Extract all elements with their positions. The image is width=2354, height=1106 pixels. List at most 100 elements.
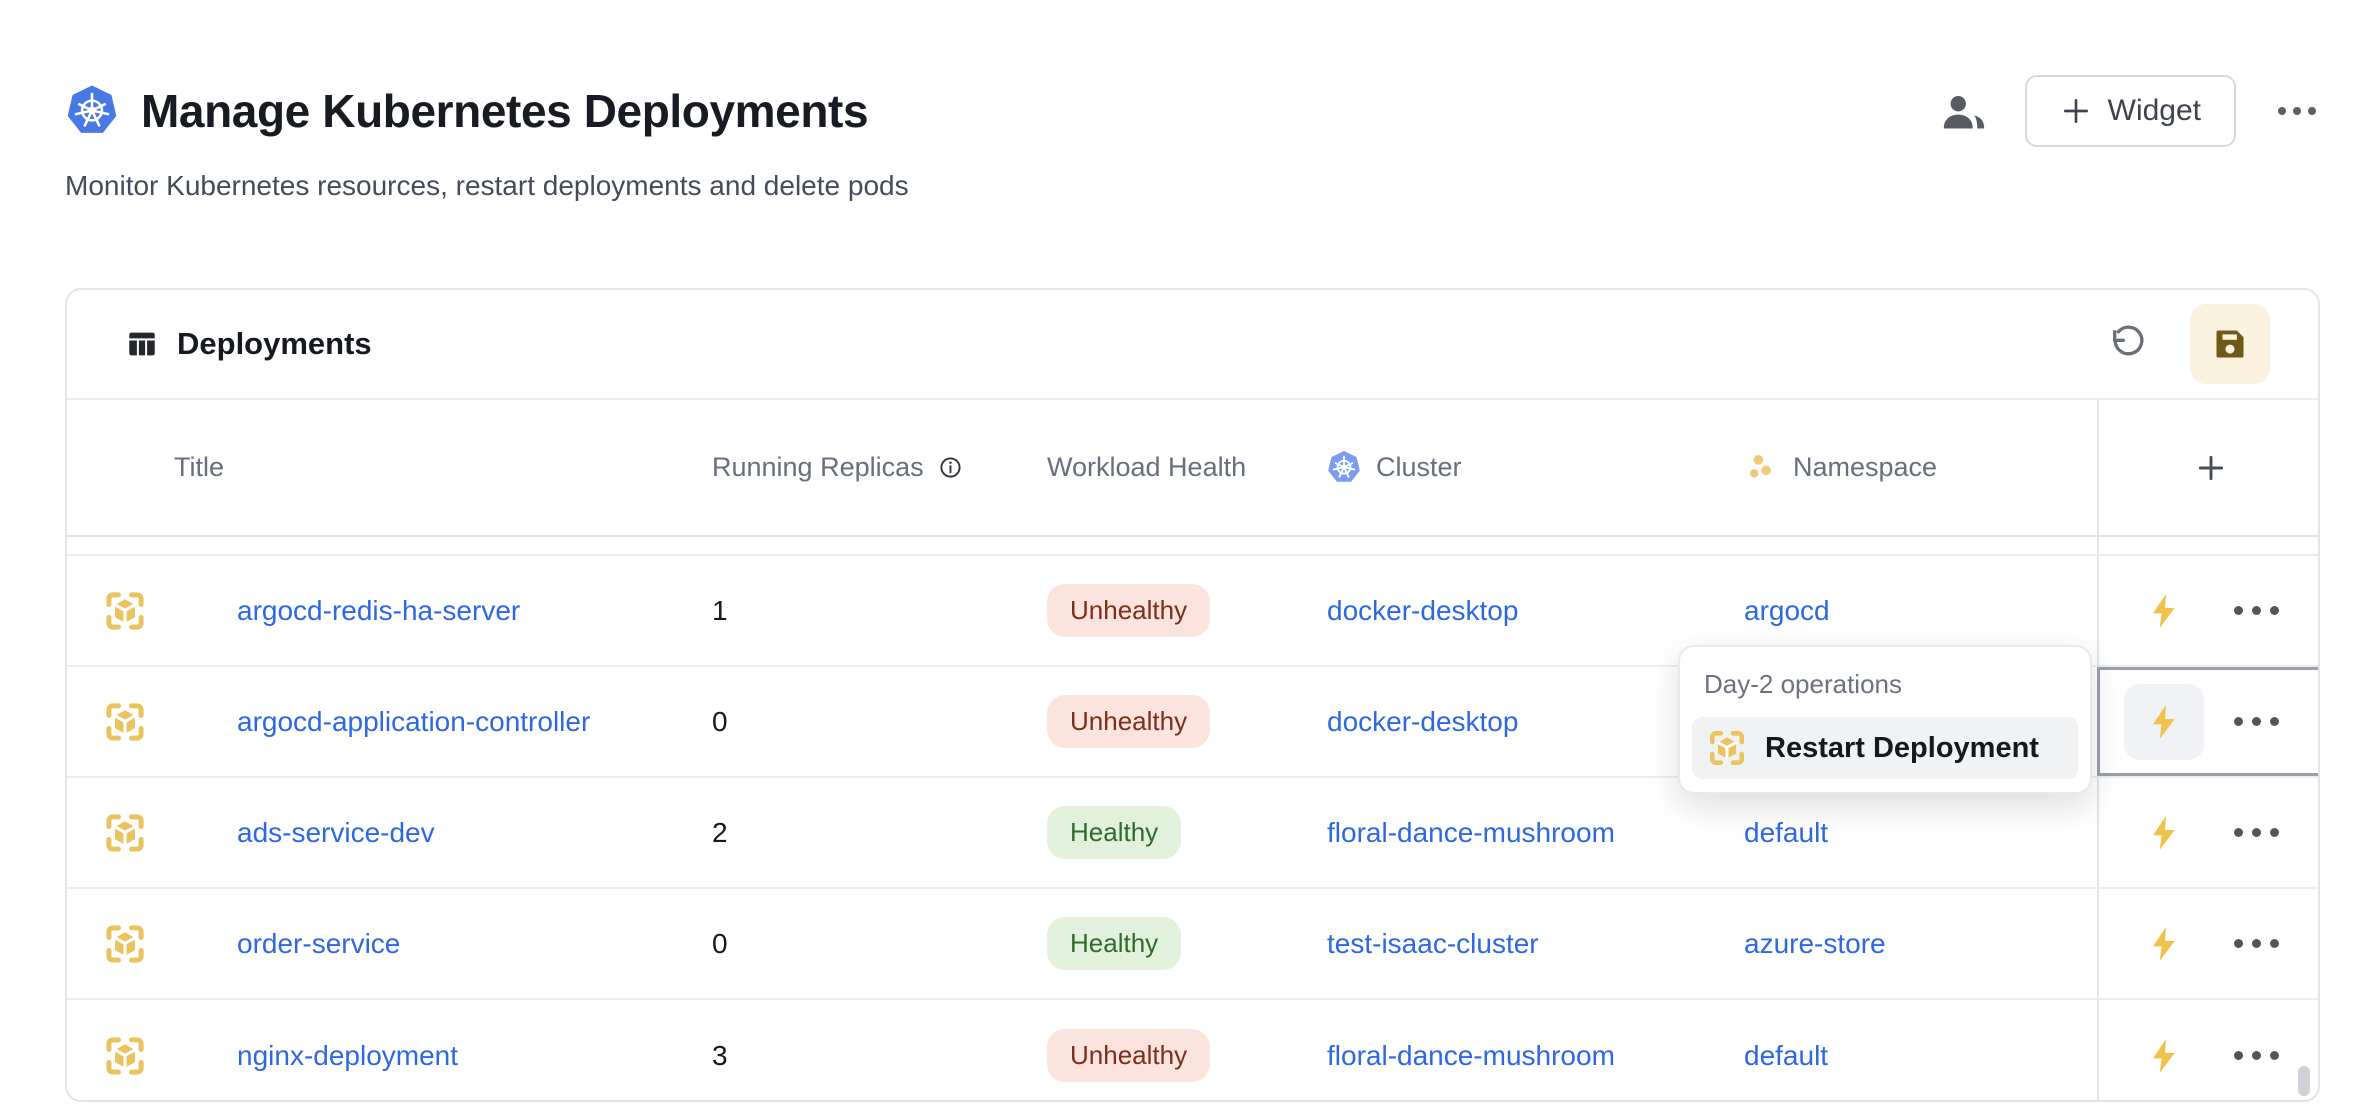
column-header-cluster[interactable]: Cluster xyxy=(1327,450,1744,485)
save-icon xyxy=(2212,326,2248,362)
page-title-wrap: Manage Kubernetes Deployments xyxy=(65,84,868,138)
lightning-icon xyxy=(2144,924,2184,964)
kebab-menu-icon xyxy=(2234,939,2243,948)
row-actions-cell xyxy=(2097,1000,2320,1102)
running-replicas-value: 1 xyxy=(712,595,1047,627)
day2-operations-button[interactable] xyxy=(2124,795,2204,871)
namespace-link[interactable]: default xyxy=(1744,1040,1828,1071)
running-replicas-value: 3 xyxy=(712,1040,1047,1072)
menu-item-restart-deployment[interactable]: Restart Deployment xyxy=(1692,717,2078,779)
row-more-menu-button[interactable] xyxy=(2232,929,2281,958)
namespace-link[interactable]: default xyxy=(1744,817,1828,848)
health-badge: Healthy xyxy=(1047,917,1181,970)
column-header-replicas[interactable]: Running Replicas xyxy=(712,452,1047,483)
table-row: order-service 0 Healthy test-isaac-clust… xyxy=(67,889,2318,1000)
plus-icon xyxy=(2195,452,2227,484)
add-widget-button[interactable]: Widget xyxy=(2025,75,2236,147)
deployment-title-link[interactable]: order-service xyxy=(237,928,400,959)
lightning-icon xyxy=(2144,591,2184,631)
widget-title: Deployments xyxy=(177,326,372,362)
plus-icon xyxy=(2060,95,2092,127)
namespace-link[interactable]: argocd xyxy=(1744,595,1830,626)
deployment-title-link[interactable]: argocd-application-controller xyxy=(237,706,590,737)
table-row: ads-service-dev 2 Healthy floral-dance-m… xyxy=(67,778,2318,889)
row-more-menu-button[interactable] xyxy=(2232,1041,2281,1070)
widget-title-wrap: Deployments xyxy=(125,326,2104,362)
row-entity-icon-cell xyxy=(102,1033,237,1079)
table-header-row: Title Running Replicas Workload Health xyxy=(67,400,2318,537)
widget-header: Deployments xyxy=(67,290,2318,400)
cluster-link[interactable]: floral-dance-mushroom xyxy=(1327,817,1615,848)
row-entity-icon-cell xyxy=(102,810,237,856)
partial-row-sliver xyxy=(67,537,2318,556)
column-header-health[interactable]: Workload Health xyxy=(1047,452,1327,483)
save-widget-button[interactable] xyxy=(2190,304,2270,384)
lightning-icon xyxy=(2144,1036,2184,1076)
deployment-cube-icon xyxy=(102,921,148,967)
deployment-cube-icon xyxy=(102,588,148,634)
deployment-cube-icon xyxy=(102,699,148,745)
lightning-icon xyxy=(2144,813,2184,853)
row-more-menu-button[interactable] xyxy=(2232,818,2281,847)
row-entity-icon-cell xyxy=(102,921,237,967)
collaborators-button[interactable] xyxy=(1941,88,1987,134)
day2-operations-button[interactable] xyxy=(2124,573,2204,649)
running-replicas-value: 0 xyxy=(712,928,1047,960)
page-title: Manage Kubernetes Deployments xyxy=(141,84,868,138)
add-widget-label: Widget xyxy=(2108,94,2201,128)
kebab-menu-icon xyxy=(2234,828,2243,837)
header-controls: Widget xyxy=(1941,75,2320,147)
page-more-menu-button[interactable] xyxy=(2274,97,2320,125)
deployment-title-link[interactable]: nginx-deployment xyxy=(237,1040,458,1071)
row-more-menu-button[interactable] xyxy=(2232,596,2281,625)
row-more-menu-button[interactable] xyxy=(2232,707,2281,736)
column-header-title[interactable]: Title xyxy=(102,452,712,483)
deployment-cube-icon xyxy=(1706,727,1748,769)
day2-operations-button[interactable] xyxy=(2124,906,2204,982)
health-badge: Unhealthy xyxy=(1047,695,1210,748)
add-column-button[interactable] xyxy=(2097,400,2320,535)
kebab-menu-icon xyxy=(2278,107,2286,115)
day2-operations-button[interactable] xyxy=(2124,1018,2204,1094)
undo-icon xyxy=(2107,324,2147,364)
kebab-menu-icon xyxy=(2234,717,2243,726)
lightning-icon xyxy=(2144,702,2184,742)
kebab-menu-icon xyxy=(2234,1051,2243,1060)
vertical-scrollbar[interactable] xyxy=(2298,1066,2310,1096)
row-actions-cell xyxy=(2097,889,2320,998)
cluster-link[interactable]: floral-dance-mushroom xyxy=(1327,1040,1615,1071)
menu-group-label: Day-2 operations xyxy=(1680,647,2090,717)
people-icon xyxy=(1941,88,1987,134)
row-entity-icon-cell xyxy=(102,588,237,634)
cluster-link[interactable]: docker-desktop xyxy=(1327,706,1518,737)
row-actions-cell xyxy=(2097,778,2320,887)
cluster-link[interactable]: docker-desktop xyxy=(1327,595,1518,626)
day2-operations-menu: Day-2 operations Restart Deployment xyxy=(1678,645,2092,794)
health-badge: Unhealthy xyxy=(1047,1029,1210,1082)
table-row: nginx-deployment 3 Unhealthy floral-danc… xyxy=(67,1000,2318,1102)
page-header: Manage Kubernetes Deployments Widget xyxy=(65,75,2320,147)
health-badge: Unhealthy xyxy=(1047,584,1210,637)
table-body: argocd-redis-ha-server 1 Unhealthy docke… xyxy=(67,556,2318,1102)
kubernetes-icon xyxy=(65,84,119,138)
namespace-link[interactable]: azure-store xyxy=(1744,928,1886,959)
kebab-menu-icon xyxy=(2234,606,2243,615)
deployment-title-link[interactable]: argocd-redis-ha-server xyxy=(237,595,520,626)
namespace-dots-icon xyxy=(1744,451,1778,485)
deployment-cube-icon xyxy=(102,810,148,856)
row-entity-icon-cell xyxy=(102,699,237,745)
row-actions-cell xyxy=(2097,556,2320,665)
running-replicas-value: 0 xyxy=(712,706,1047,738)
table-icon xyxy=(125,327,159,361)
menu-item-label: Restart Deployment xyxy=(1765,732,2039,765)
column-header-namespace[interactable]: Namespace xyxy=(1744,451,2097,485)
day2-operations-button[interactable] xyxy=(2124,684,2204,760)
info-icon[interactable] xyxy=(939,456,962,479)
deployment-cube-icon xyxy=(102,1033,148,1079)
kubernetes-icon xyxy=(1327,450,1361,485)
reset-widget-button[interactable] xyxy=(2104,321,2150,367)
health-badge: Healthy xyxy=(1047,806,1181,859)
row-actions-cell xyxy=(2097,667,2320,776)
deployment-title-link[interactable]: ads-service-dev xyxy=(237,817,435,848)
cluster-link[interactable]: test-isaac-cluster xyxy=(1327,928,1539,959)
